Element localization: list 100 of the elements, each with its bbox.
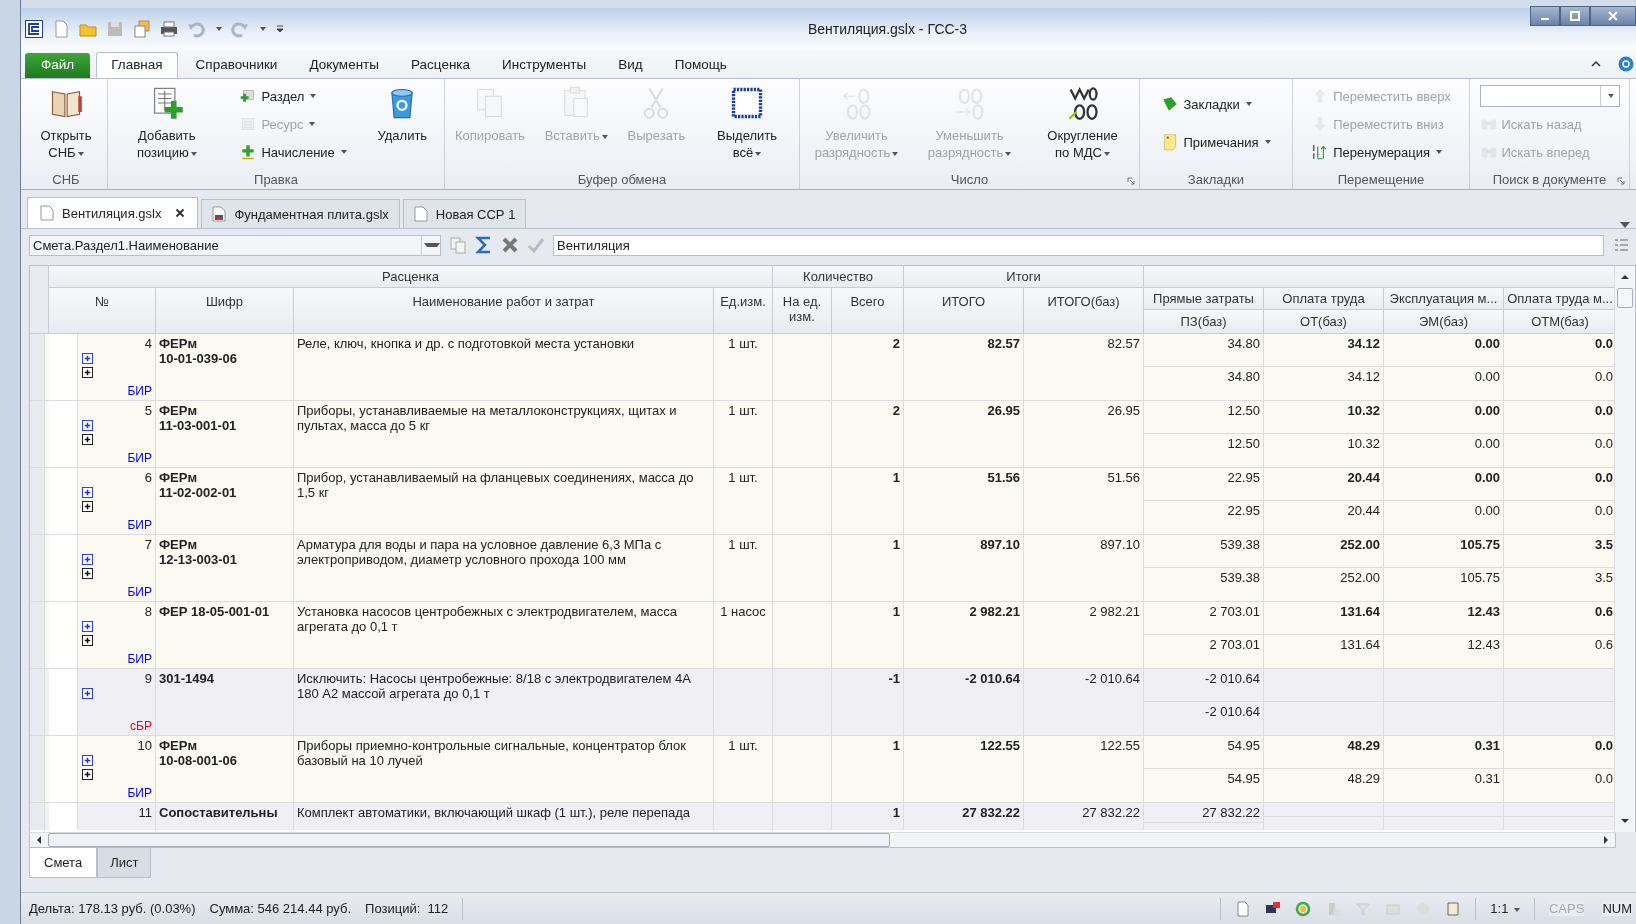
column-header[interactable]: №	[49, 288, 156, 334]
sheet-tab[interactable]: Смета	[29, 848, 98, 878]
app-logo-icon[interactable]	[25, 20, 43, 38]
zoom-dropdown[interactable]: 1:1	[1490, 901, 1520, 916]
printer-icon[interactable]	[160, 20, 178, 38]
check-icon[interactable]	[527, 236, 545, 254]
column-header[interactable]: ЭМ(баз)	[1384, 310, 1504, 334]
table-row[interactable]	[30, 535, 1615, 602]
table-row[interactable]: 6 БИР ФЕРм 11-02-002-01 Прибор, устанавливаемый на фланцевых соединениях, масса до 1,5 кг 1 шт. 1 51.56 51.56 22.95 22.95 20.44 20.44 0.00 0.00 0.0 0.0	[30, 468, 1615, 535]
list-icon[interactable]	[1612, 236, 1630, 254]
note-icon[interactable]	[1445, 900, 1462, 917]
table-row[interactable]: 10 БИР ФЕРм 10-08-001-06 Приборы приемно-контрольные сигнальные, концентратор блок базовый на 10 лучей 1 шт. 1 122.55 122.55 54.95 54.95 48.29 48.29 0.31 0.31 0.0 0.0	[30, 736, 1615, 803]
column-header[interactable]: На ед. изм.	[773, 288, 832, 334]
document-tab[interactable]: Новая ССР 1	[402, 199, 527, 228]
cancel-icon[interactable]	[501, 236, 519, 254]
ribbon-tab[interactable]: Инструменты	[488, 53, 601, 78]
expand-icon[interactable]	[82, 755, 93, 766]
table-row[interactable]: 8 БИР ФЕР 18-05-001-01 Установка насосов центробежных с электродвигателем, масса агрегата до 0,1 т 1 насос 1 2 982.21 2 982.21 2 703.01 2 703.01 131.64 131.64 12.43 12.43 0.6 0.6	[30, 602, 1615, 669]
expand-icon[interactable]	[82, 501, 93, 512]
expand-icon[interactable]	[82, 353, 93, 364]
column-header[interactable]: Шифр	[156, 288, 294, 334]
expand-icon[interactable]	[82, 420, 93, 431]
file-menu-button[interactable]: Файл	[25, 53, 91, 78]
sheet-tab[interactable]: Лист	[97, 848, 152, 878]
column-header[interactable]: Всего	[832, 288, 904, 334]
tree-indent-cell	[49, 401, 78, 467]
column-header[interactable]: ОТ(баз)	[1264, 310, 1384, 334]
expand-icon[interactable]	[82, 769, 93, 780]
row-selector-cell[interactable]	[30, 602, 45, 668]
scrollbar-thumb[interactable]	[48, 833, 890, 847]
close-button[interactable]	[1590, 6, 1636, 26]
row-selector-cell[interactable]	[30, 669, 45, 735]
column-header[interactable]: Наименование работ и затрат	[294, 288, 714, 334]
document-tab[interactable]: Вентиляция.gslx	[27, 197, 199, 228]
expand-icon[interactable]	[82, 568, 93, 579]
new-document-icon[interactable]	[52, 20, 70, 38]
document-icon[interactable]	[1235, 900, 1252, 917]
close-icon[interactable]	[175, 208, 186, 218]
documents-icon[interactable]	[133, 20, 151, 38]
dialog-launcher-icon[interactable]	[1617, 177, 1625, 185]
expand-icon[interactable]	[82, 621, 93, 632]
expand-icon[interactable]	[82, 635, 93, 646]
dialog-launcher-icon[interactable]	[1127, 177, 1135, 185]
ribbon-button[interactable]: Закладки	[1161, 93, 1271, 115]
table-row[interactable]: 9 сБР 301-1494 Исключить: Насосы центробежные: 8/18 с электродвигателем 4А 180 А2 массой агрегата до 0,1 т -1 -2 010.64 -2 010.64 -2 010.64 -2 010.64	[30, 669, 1615, 736]
column-header[interactable]: ПЗ(баз)	[1144, 310, 1264, 334]
scroll-down-icon[interactable]	[1620, 816, 1630, 826]
customize-toolbar-icon[interactable]	[275, 24, 285, 34]
row-selector-cell[interactable]	[30, 535, 45, 601]
column-header[interactable]: Эксплуатация м...	[1384, 288, 1504, 310]
scroll-right-icon[interactable]	[1601, 835, 1611, 845]
ribbon-button[interactable]: Округление по МДС	[1037, 83, 1128, 163]
refresh-icon[interactable]	[1295, 900, 1312, 917]
ribbon-button[interactable]: Примечания	[1161, 131, 1271, 153]
minimize-button[interactable]	[1530, 6, 1560, 26]
row-selector-cell[interactable]	[30, 401, 45, 467]
ribbon-tab[interactable]: Главная	[96, 52, 178, 78]
ribbon-button[interactable]: Удалить	[374, 83, 431, 146]
ribbon-tab[interactable]: Вид	[604, 53, 657, 78]
expand-icon[interactable]	[82, 688, 93, 699]
help-icon[interactable]	[1618, 56, 1634, 72]
column-header[interactable]: Оплата труда м...	[1504, 288, 1615, 310]
ribbon-tab[interactable]: Справочники	[181, 53, 292, 78]
expand-icon[interactable]	[82, 487, 93, 498]
expand-icon[interactable]	[82, 554, 93, 565]
column-header[interactable]: Прямые затраты	[1144, 288, 1264, 310]
column-header[interactable]: Ед.изм.	[714, 288, 773, 334]
ribbon-button[interactable]: Добавить позицию	[121, 83, 212, 163]
document-tab[interactable]: Фундаментная плита.gslx	[201, 199, 400, 228]
name-box-field[interactable]: Смета.Раздел1.Наименование	[29, 234, 441, 256]
column-header[interactable]: ОТМ(баз)	[1504, 310, 1615, 334]
row-selector-cell[interactable]	[30, 736, 45, 802]
ribbon-button[interactable]: Выделить всё	[702, 83, 793, 163]
formula-input-field[interactable]: Вентиляция	[553, 234, 1604, 256]
caret-icon[interactable]	[1620, 222, 1630, 228]
row-number: 11	[138, 805, 152, 820]
row-selector-cell[interactable]	[30, 468, 45, 534]
ribbon-button[interactable]: Раздел	[239, 85, 347, 107]
ribbon-tab[interactable]: Помощь	[660, 53, 741, 78]
table-row[interactable]: 11 Сопоставительны Комплект автоматики, включающий шкаф (1 шт.), реле перепада 1 27 832.22 27 832.22 27 832.22	[30, 803, 1615, 830]
ribbon-tab[interactable]: Документы	[295, 53, 393, 78]
search-combo-field[interactable]	[1479, 85, 1620, 107]
expand-icon[interactable]	[82, 367, 93, 378]
column-header[interactable]: Оплата труда	[1264, 288, 1384, 310]
ribbon-tab[interactable]: Расценка	[397, 53, 485, 78]
table-row[interactable]: 4 БИР ФЕРм 10-01-039-06 Реле, ключ, кнопка и др. с подготовкой места установки 1 шт. 2 82.57 82.57 34.80 34.80 34.12 34.12 0.00 0.00 0.0 0.0	[30, 334, 1615, 401]
column-header[interactable]: ИТОГО	[904, 288, 1024, 334]
table-row[interactable]: 5 БИР ФЕРм 11-03-001-01 Приборы, устанавливаемые на металлоконструкциях, щитах и пультах, масса до 5 кг 1 шт. 2 26.95 26.95 12.50 12.50 10.32 10.32 0.00 0.00 0.0 0.0	[30, 401, 1615, 468]
row-selector-cell[interactable]	[30, 803, 45, 830]
sigma-icon[interactable]	[475, 236, 493, 254]
scroll-up-icon[interactable]	[1620, 272, 1630, 282]
row-selector-cell[interactable]	[30, 334, 45, 400]
caret-icon	[309, 122, 316, 126]
ribbon-button[interactable]: Перенумерация	[1311, 141, 1451, 163]
expand-icon[interactable]	[82, 434, 93, 445]
column-header[interactable]: ИТОГО(баз)	[1024, 288, 1144, 334]
scrollbar-thumb[interactable]	[1617, 288, 1633, 308]
maximize-button[interactable]	[1560, 6, 1590, 26]
ribbon-button[interactable]: Начисление	[239, 141, 347, 163]
ribbon-button[interactable]: Открыть СНБ	[25, 83, 107, 163]
